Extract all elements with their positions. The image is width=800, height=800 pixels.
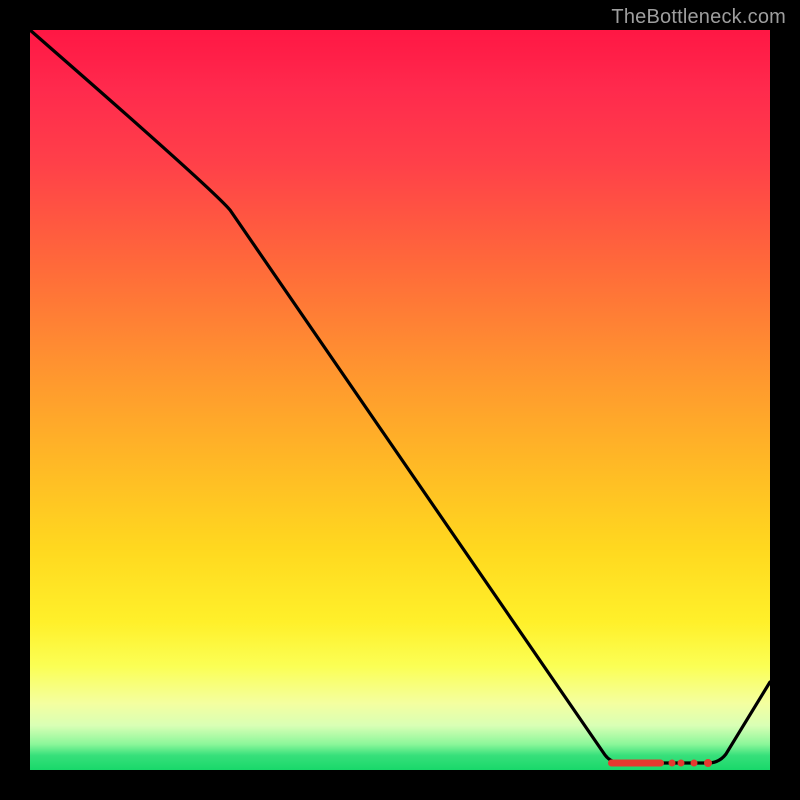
valley-marker-bar xyxy=(608,760,664,767)
valley-marker-dot xyxy=(704,759,712,767)
curve-overlay xyxy=(30,30,770,770)
valley-marker-group xyxy=(608,759,712,767)
valley-marker-dot xyxy=(678,760,685,767)
plot-area xyxy=(30,30,770,770)
bottleneck-curve xyxy=(30,30,770,763)
chart-frame: TheBottleneck.com xyxy=(0,0,800,800)
valley-marker-dot xyxy=(691,760,698,767)
attribution-watermark: TheBottleneck.com xyxy=(611,6,786,29)
valley-marker-dot xyxy=(669,760,676,767)
